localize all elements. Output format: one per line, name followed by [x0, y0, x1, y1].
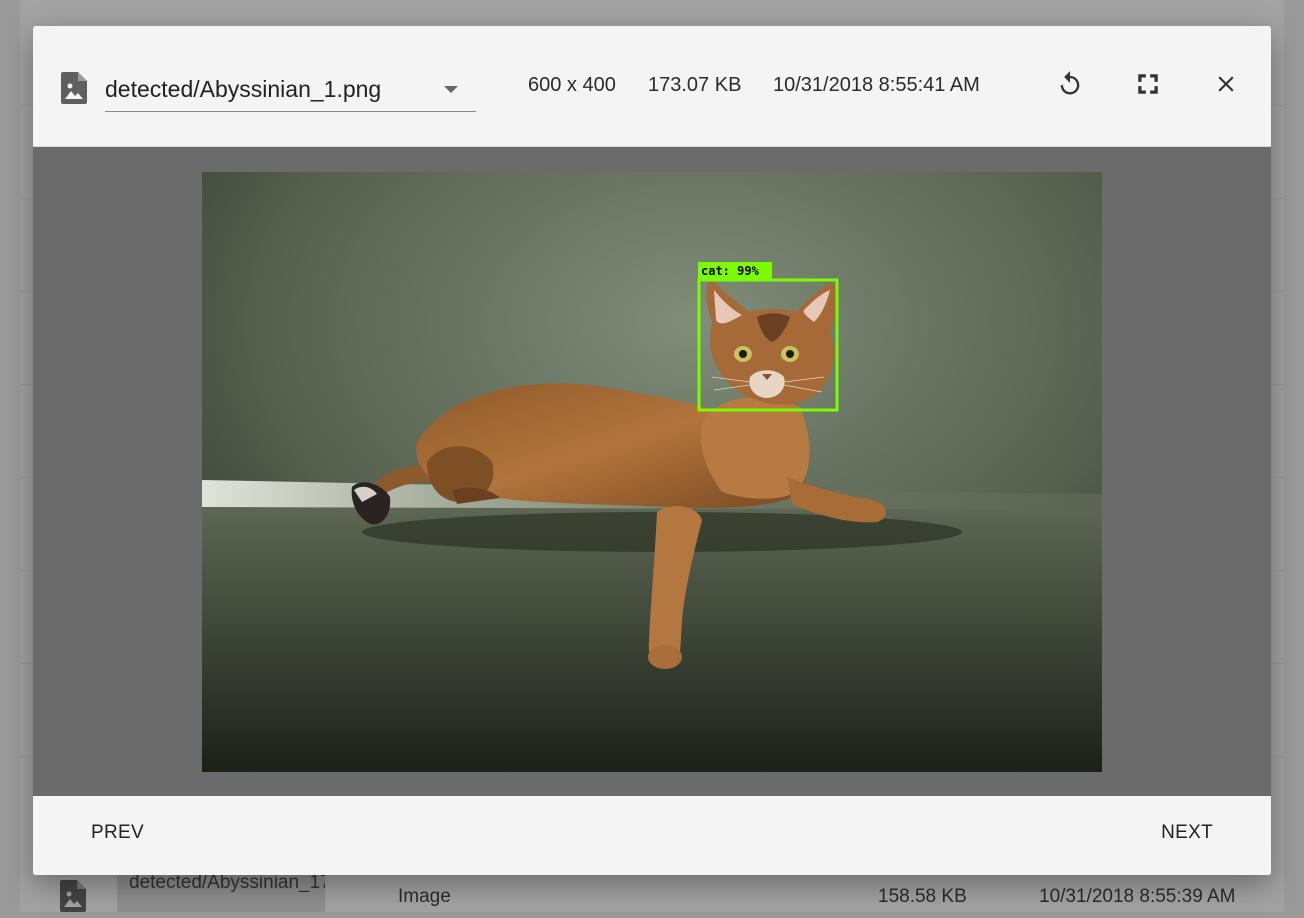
background-sidebar: [0, 0, 20, 912]
fullscreen-button[interactable]: [1128, 66, 1168, 106]
close-icon: [1213, 71, 1239, 102]
fullscreen-icon: [1135, 71, 1161, 102]
file-select-value: detected/Abyssinian_1.png: [105, 76, 382, 102]
reload-button[interactable]: [1050, 66, 1090, 106]
image-canvas: cat: 99%: [33, 147, 1271, 796]
detection-label: cat: 99%: [701, 264, 760, 278]
prev-button[interactable]: PREV: [87, 822, 148, 844]
list-item-type: Image: [398, 886, 451, 907]
image-viewer-dialog: detected/Abyssinian_1.png 600 x 400 173.…: [33, 26, 1271, 875]
chevron-down-icon: [444, 86, 458, 93]
close-button[interactable]: [1206, 66, 1246, 106]
image-file-icon: [61, 72, 87, 104]
reload-icon: [1056, 70, 1084, 103]
image-file-icon: [60, 880, 86, 918]
next-button[interactable]: NEXT: [1157, 822, 1217, 844]
image-dimensions: 600 x 400: [528, 74, 616, 96]
file-select-dropdown[interactable]: detected/Abyssinian_1.png: [105, 70, 476, 112]
viewer-footer: PREV NEXT: [33, 796, 1271, 875]
list-item-size: 158.58 KB: [878, 886, 967, 907]
preview-image: cat: 99%: [202, 172, 1102, 772]
file-modified-date: 10/31/2018 8:55:41 AM: [773, 74, 980, 96]
list-item-date: 10/31/2018 8:55:39 AM: [1039, 886, 1236, 907]
viewer-toolbar: detected/Abyssinian_1.png 600 x 400 173.…: [33, 26, 1271, 147]
file-size: 173.07 KB: [648, 74, 742, 96]
